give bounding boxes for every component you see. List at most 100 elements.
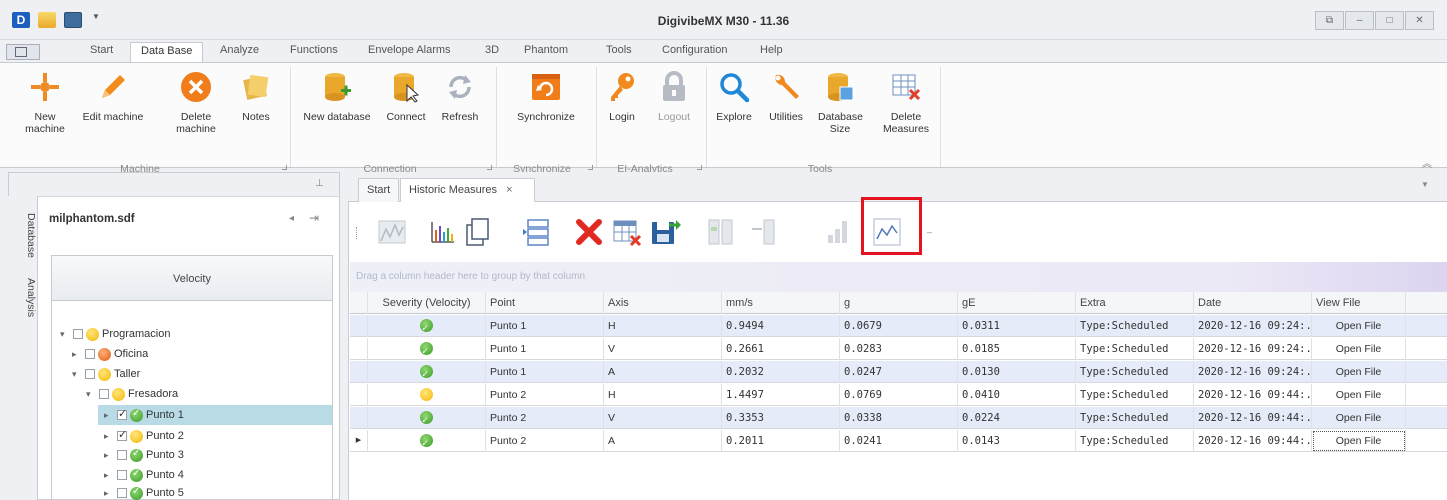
- database-size-button[interactable]: Database Size: [818, 69, 863, 135]
- vtab-analysis[interactable]: Analysis: [8, 272, 37, 324]
- export-save-icon[interactable]: [648, 215, 682, 249]
- tree-node-oficina[interactable]: ▸ Oficina: [72, 345, 148, 363]
- tab-list-dropdown-icon[interactable]: ▼: [1421, 180, 1429, 189]
- list-icon[interactable]: [520, 215, 554, 249]
- compare-left-icon[interactable]: [704, 215, 738, 249]
- pin-icon[interactable]: ⊥: [315, 178, 324, 189]
- tab-functions[interactable]: Functions: [290, 44, 338, 62]
- synchronize-button[interactable]: Synchronize: [506, 69, 586, 123]
- collapse-arrow-icon[interactable]: ▸: [104, 450, 114, 461]
- collapse-arrow-icon[interactable]: ▸: [104, 488, 114, 499]
- tree-node-punto-1[interactable]: ▸ Punto 1: [104, 406, 184, 424]
- tab-historic-measures[interactable]: Historic Measures ×: [400, 178, 535, 202]
- tab-help[interactable]: Help: [760, 44, 783, 62]
- collapse-arrow-icon[interactable]: ◂: [289, 213, 294, 224]
- row-indicator[interactable]: [350, 407, 368, 429]
- open-file-link[interactable]: Open File: [1312, 338, 1406, 360]
- row-indicator[interactable]: [350, 361, 368, 383]
- collapse-ribbon-icon[interactable]: ︽: [1422, 155, 1432, 170]
- utilities-button[interactable]: Utilities: [764, 69, 808, 123]
- tree-checkbox[interactable]: [117, 488, 127, 498]
- collapse-arrow-icon[interactable]: ▸: [104, 470, 114, 481]
- row-indicator[interactable]: [350, 338, 368, 360]
- table-row[interactable]: Punto 1A0.20320.02470.0130Type:Scheduled…: [350, 361, 1447, 383]
- tab-tools[interactable]: Tools: [606, 44, 632, 62]
- open-file-link[interactable]: Open File: [1312, 430, 1406, 452]
- expand-arrow-icon[interactable]: ▾: [72, 369, 82, 380]
- close-tab-icon[interactable]: ×: [506, 184, 512, 196]
- column-header-date[interactable]: Date: [1194, 292, 1312, 314]
- table-row[interactable]: Punto 2 H 1.4497 0.0769 0.0410 Type:Scheduled…: [350, 384, 1447, 406]
- tree-checkbox-checked[interactable]: [117, 407, 127, 420]
- notes-button[interactable]: Notes: [236, 69, 276, 123]
- tree-checkbox[interactable]: [99, 389, 109, 399]
- connection-group-launcher[interactable]: [487, 165, 492, 170]
- table-row[interactable]: ▶ Punto 2A0.20110.02410.0143Type:Schedule…: [350, 430, 1447, 452]
- synchronize-group-launcher[interactable]: [588, 165, 593, 170]
- tree-node-fresadora[interactable]: ▾ Fresadora: [86, 385, 178, 403]
- delete-x-icon[interactable]: [572, 215, 606, 249]
- row-indicator[interactable]: ▶: [350, 430, 368, 452]
- refresh-button[interactable]: Refresh: [436, 69, 484, 123]
- tab-phantom[interactable]: Phantom: [524, 44, 568, 62]
- tree-checkbox[interactable]: [85, 349, 95, 359]
- explore-button[interactable]: Explore: [712, 69, 756, 123]
- login-button[interactable]: Login: [602, 69, 642, 123]
- tab-3d[interactable]: 3D: [485, 44, 499, 62]
- open-file-link[interactable]: Open File: [1312, 384, 1406, 406]
- maximize-button[interactable]: □: [1375, 11, 1404, 30]
- waterfall-icon[interactable]: [375, 215, 409, 249]
- compare-right-icon[interactable]: [746, 215, 780, 249]
- bar-chart-icon[interactable]: [822, 215, 856, 249]
- tab-start-document[interactable]: Start: [358, 178, 400, 202]
- new-database-button[interactable]: New database: [296, 69, 378, 123]
- tree-node-programacion[interactable]: ▾ Programacion: [60, 325, 170, 343]
- logout-button[interactable]: Logout: [654, 69, 694, 123]
- column-header-ge[interactable]: gE: [958, 292, 1076, 314]
- tree-node-punto-3[interactable]: ▸ Punto 3: [104, 446, 184, 464]
- vtab-database[interactable]: Database: [8, 204, 37, 266]
- tree-checkbox[interactable]: [117, 450, 127, 460]
- delete-machine-button[interactable]: Delete machine: [174, 69, 218, 135]
- column-header-point[interactable]: Point: [486, 292, 604, 314]
- row-indicator[interactable]: [350, 384, 368, 406]
- tree-node-punto-2[interactable]: ▸ Punto 2: [104, 427, 184, 445]
- tree-checkbox[interactable]: [117, 470, 127, 480]
- velocity-button[interactable]: Velocity: [51, 255, 333, 301]
- toolbar-overflow-icon[interactable]: –: [927, 227, 932, 237]
- tab-configuration[interactable]: Configuration: [662, 44, 727, 62]
- column-header-axis[interactable]: Axis: [604, 292, 722, 314]
- collapse-arrow-icon[interactable]: ▸: [72, 349, 82, 360]
- new-machine-button[interactable]: New machine: [14, 69, 76, 135]
- expand-arrow-icon[interactable]: ▾: [60, 329, 70, 340]
- machine-group-launcher[interactable]: [282, 165, 287, 170]
- open-file-link[interactable]: Open File: [1312, 361, 1406, 383]
- delete-table-icon[interactable]: [610, 215, 644, 249]
- analytics-group-launcher[interactable]: [697, 165, 702, 170]
- column-header-extra[interactable]: Extra: [1076, 292, 1194, 314]
- column-header-severity[interactable]: Severity (Velocity): [368, 292, 486, 314]
- table-row[interactable]: Punto 2V0.33530.03380.0224Type:Scheduled…: [350, 407, 1447, 429]
- column-header-view-file[interactable]: View File: [1312, 292, 1406, 314]
- tree-node-punto-5[interactable]: ▸ Punto 5: [104, 484, 184, 500]
- column-header-mms[interactable]: mm/s: [722, 292, 840, 314]
- edit-machine-button[interactable]: Edit machine: [82, 69, 144, 123]
- application-menu-button[interactable]: [6, 44, 40, 60]
- close-button[interactable]: ✕: [1405, 11, 1434, 30]
- collapse-arrow-icon[interactable]: ▸: [104, 410, 114, 421]
- minimize-button[interactable]: –: [1345, 11, 1374, 30]
- tree-checkbox[interactable]: [85, 369, 95, 379]
- spectrum-chart-icon[interactable]: [425, 215, 459, 249]
- column-header-g[interactable]: g: [840, 292, 958, 314]
- tree-checkbox[interactable]: [73, 329, 83, 339]
- row-indicator[interactable]: [350, 315, 368, 337]
- tree-node-punto-4[interactable]: ▸ Punto 4: [104, 466, 184, 484]
- tree-checkbox-checked[interactable]: [117, 428, 127, 441]
- expand-arrow-icon[interactable]: ▾: [86, 389, 96, 400]
- table-row[interactable]: Punto 1V0.26610.02830.0185Type:Scheduled…: [350, 338, 1447, 360]
- table-row[interactable]: Punto 1H0.94940.06790.0311Type:Scheduled…: [350, 315, 1447, 337]
- tab-data-base[interactable]: Data Base: [130, 42, 204, 63]
- tab-analyze[interactable]: Analyze: [220, 44, 259, 62]
- copy-document-icon[interactable]: [460, 215, 494, 249]
- group-by-panel[interactable]: Drag a column header here to group by th…: [350, 262, 1447, 292]
